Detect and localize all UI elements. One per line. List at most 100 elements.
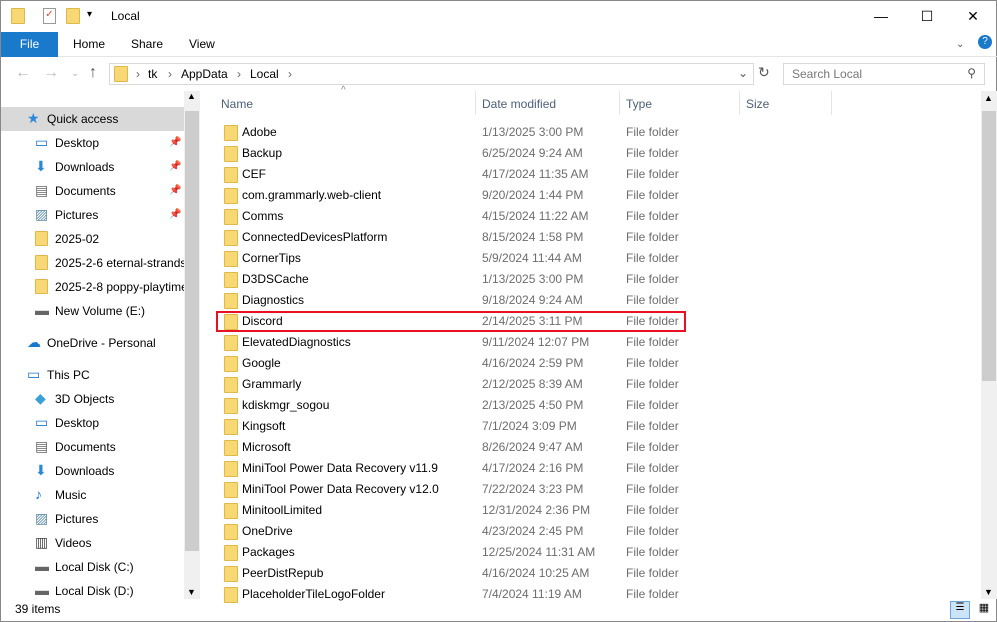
file-type: File folder [626, 377, 679, 391]
file-row[interactable]: Discord 2/14/2025 3:11 PM File folder [216, 311, 686, 332]
address-bar[interactable]: › tk › AppData › Local › ⌄ [109, 63, 754, 85]
sidebar-item[interactable]: 2025-02 [1, 227, 184, 251]
forward-button[interactable]: → [43, 64, 59, 82]
file-row[interactable]: OneDrive 4/23/2024 2:45 PM File folder [216, 521, 686, 542]
sidebar-item[interactable]: ▬ Local Disk (D:) [1, 579, 184, 599]
folder-icon [224, 230, 238, 246]
file-type: File folder [626, 398, 679, 412]
file-row[interactable]: MinitoolLimited 12/31/2024 2:36 PM File fo… [216, 500, 686, 521]
column-header: ^ Name Date modified Type Size [211, 85, 981, 115]
column-name[interactable]: Name [221, 97, 253, 111]
back-button[interactable]: ← [15, 64, 31, 82]
sidebar-item[interactable]: ▤ Documents 📌 [1, 179, 184, 203]
sidebar-item[interactable]: ★ Quick access [1, 107, 184, 131]
refresh-button[interactable]: ↻ [758, 64, 770, 81]
file-type: File folder [626, 566, 679, 580]
breadcrumb-local[interactable]: Local [250, 67, 279, 81]
sidebar-item[interactable]: ▭ This PC [1, 363, 184, 387]
file-row[interactable]: Packages 12/25/2024 11:31 AM File folder [216, 542, 686, 563]
file-row[interactable]: Grammarly 2/12/2025 8:39 AM File folder [216, 374, 686, 395]
sidebar-item[interactable]: ▬ New Volume (E:) [1, 299, 184, 323]
documents-icon: ▤ [35, 438, 49, 454]
pin-icon: 📌 [169, 137, 182, 148]
expand-ribbon-icon[interactable]: ⌄ [956, 39, 964, 50]
file-name: PeerDistRepub [242, 566, 324, 580]
file-row[interactable]: PlaceholderTileLogoFolder 7/4/2024 11:19 … [216, 584, 686, 605]
file-date: 2/13/2025 4:50 PM [482, 398, 584, 412]
sidebar-item[interactable]: ♪ Music [1, 483, 184, 507]
sidebar-item[interactable]: ▤ Documents [1, 435, 184, 459]
close-button[interactable]: ✕ [950, 1, 996, 32]
file-type: File folder [626, 167, 679, 181]
recent-locations-button[interactable]: ⌄ [71, 68, 79, 79]
folder-icon [224, 209, 238, 225]
file-row[interactable]: Microsoft 8/26/2024 9:47 AM File folder [216, 437, 686, 458]
sidebar-item-label: Downloads [55, 160, 115, 174]
new-folder-icon[interactable] [66, 8, 80, 24]
file-row[interactable]: Kingsoft 7/1/2024 3:09 PM File folder [216, 416, 686, 437]
up-button[interactable]: ↑ [89, 64, 97, 82]
sidebar-item[interactable]: ⬇ Downloads [1, 459, 184, 483]
file-type: File folder [626, 503, 679, 517]
file-type: File folder [626, 482, 679, 496]
sidebar-item[interactable]: 2025-2-8 poppy-playtime [1, 275, 184, 299]
file-row[interactable]: kdiskmgr_sogou 2/13/2025 4:50 PM File fold… [216, 395, 686, 416]
sidebar-item[interactable]: ▭ Desktop 📌 [1, 131, 184, 155]
sidebar-item[interactable]: ◆ 3D Objects [1, 387, 184, 411]
file-row[interactable]: PeerDistRepub 4/16/2024 10:25 AM File fold… [216, 563, 686, 584]
file-row[interactable]: MiniTool Power Data Recovery v11.9 4/17/2… [216, 458, 686, 479]
file-row[interactable]: CEF 4/17/2024 11:35 AM File folder [216, 164, 686, 185]
tab-file[interactable]: File [1, 32, 58, 57]
sort-ascending-icon: ^ [341, 85, 346, 96]
details-view-button[interactable]: ☰ [950, 601, 970, 619]
file-row[interactable]: com.grammarly.web-client 9/20/2024 1:44 P… [216, 185, 686, 206]
column-date-modified[interactable]: Date modified [482, 97, 556, 111]
sidebar-item-label: 2025-02 [55, 232, 100, 246]
breadcrumb-tk[interactable]: tk [148, 67, 157, 81]
sidebar-item[interactable]: ▥ Videos [1, 531, 184, 555]
minimize-button[interactable]: — [858, 1, 904, 32]
tab-view[interactable]: View [175, 32, 229, 57]
sidebar-item[interactable]: ☁ OneDrive - Personal [1, 331, 184, 355]
pin-icon: 📌 [169, 209, 182, 220]
column-type[interactable]: Type [626, 97, 652, 111]
sidebar-item-label: Documents [55, 440, 116, 454]
sidebar-item-label: Local Disk (D:) [55, 584, 134, 598]
sidebar-item[interactable]: ▨ Pictures [1, 507, 184, 531]
tab-home[interactable]: Home [59, 32, 119, 57]
sidebar-item[interactable]: ▭ Desktop [1, 411, 184, 435]
file-name: com.grammarly.web-client [242, 188, 382, 202]
folder-icon [224, 545, 238, 561]
sidebar-item-label: 3D Objects [55, 392, 115, 406]
customize-toolbar-icon[interactable]: ▾ [87, 9, 92, 20]
file-date: 12/31/2024 2:36 PM [482, 503, 591, 517]
folder-icon [224, 146, 238, 162]
file-row[interactable]: D3DSCache 1/13/2025 3:00 PM File folder [216, 269, 686, 290]
sidebar-item[interactable]: 2025-2-6 eternal-strands [1, 251, 184, 275]
file-row[interactable]: CornerTips 5/9/2024 11:44 AM File folder [216, 248, 686, 269]
file-row[interactable]: Backup 6/25/2024 9:24 AM File folder [216, 143, 686, 164]
file-row[interactable]: ElevatedDiagnostics 9/11/2024 12:07 PM Fil… [216, 332, 686, 353]
properties-icon[interactable]: ✓ [43, 8, 56, 24]
help-button[interactable]: ? [978, 35, 992, 49]
file-list-scrollbar[interactable]: ▲ ▼ [981, 91, 997, 599]
sidebar-item[interactable]: ▬ Local Disk (C:) [1, 555, 184, 579]
column-size[interactable]: Size [746, 97, 769, 111]
file-row[interactable]: ConnectedDevicesPlatform 8/15/2024 1:58 P… [216, 227, 686, 248]
sidebar-item[interactable]: ▨ Pictures 📌 [1, 203, 184, 227]
maximize-button[interactable]: ☐ [904, 1, 950, 32]
address-dropdown-icon[interactable]: ⌄ [738, 66, 748, 80]
sidebar-item[interactable]: ⬇ Downloads 📌 [1, 155, 184, 179]
file-row[interactable]: Google 4/16/2024 2:59 PM File folder [216, 353, 686, 374]
tab-share[interactable]: Share [117, 32, 177, 57]
file-row[interactable]: Adobe 1/13/2025 3:00 PM File folder [216, 122, 686, 143]
file-row[interactable]: Comms 4/15/2024 11:22 AM File folder [216, 206, 686, 227]
search-input[interactable]: Search Local ⚲ [783, 63, 985, 85]
large-icons-view-button[interactable]: ▦ [974, 601, 994, 619]
breadcrumb-appdata[interactable]: AppData [181, 67, 228, 81]
file-date: 9/20/2024 1:44 PM [482, 188, 584, 202]
file-row[interactable]: Diagnostics 9/18/2024 9:24 AM File folder [216, 290, 686, 311]
file-row[interactable]: MiniTool Power Data Recovery v12.0 7/22/2… [216, 479, 686, 500]
file-name: MinitoolLimited [242, 503, 323, 517]
sidebar-scrollbar[interactable]: ▲ ▼ [184, 91, 200, 599]
